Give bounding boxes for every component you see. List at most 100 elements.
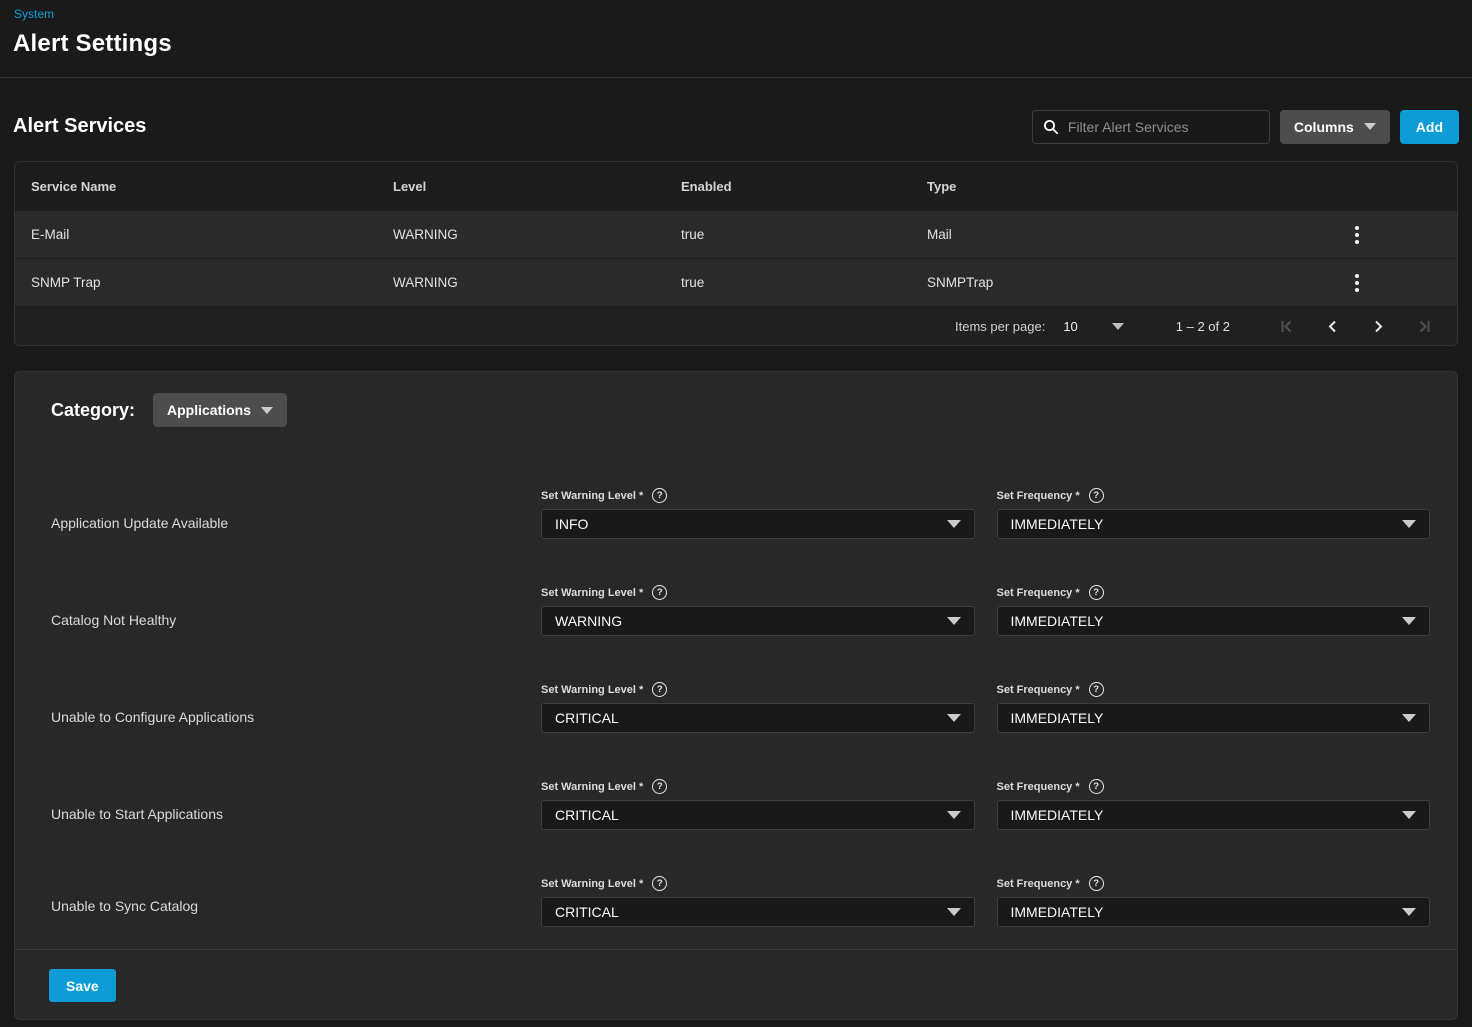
warning-level-value: CRITICAL [555,807,619,823]
frequency-select[interactable]: IMMEDIATELY [997,509,1431,539]
columns-button[interactable]: Columns [1280,110,1390,144]
frequency-value: IMMEDIATELY [1011,710,1104,726]
frequency-value: IMMEDIATELY [1011,613,1104,629]
frequency-value: IMMEDIATELY [1011,904,1104,920]
column-header-enabled[interactable]: Enabled [665,179,911,194]
alert-services-table: Service Name Level Enabled Type E-Mail W… [14,161,1458,346]
column-header-service-name[interactable]: Service Name [15,179,377,194]
page-title: Alert Settings [13,30,1472,58]
table-paginator: Items per page: 10 1 – 2 of 2 [15,306,1457,345]
help-icon[interactable]: ? [652,488,667,503]
warning-level-value: INFO [555,516,588,532]
items-per-page-chevron-down-icon[interactable] [1112,323,1124,330]
alert-row-unable-to-configure-applications: Unable to Configure Applications Set War… [15,668,1457,765]
cell-service-name: SNMP Trap [15,275,377,290]
kebab-menu-icon[interactable] [1347,268,1367,298]
help-icon[interactable]: ? [652,585,667,600]
warning-level-label: Set Warning Level * [541,878,643,890]
chevron-down-icon [947,617,961,625]
alert-row-unable-to-start-applications: Unable to Start Applications Set Warning… [15,765,1457,862]
alert-name: Unable to Start Applications [15,765,519,862]
frequency-select[interactable]: IMMEDIATELY [997,606,1431,636]
breadcrumb: System [0,0,1472,21]
help-icon[interactable]: ? [652,682,667,697]
cell-type: Mail [911,227,1257,242]
alert-services-toolbar: Alert Services Columns Add [0,78,1472,161]
chevron-down-icon [1402,520,1416,528]
breadcrumb-system-link[interactable]: System [14,7,54,21]
cell-service-name: E-Mail [15,227,377,242]
help-icon[interactable]: ? [1089,682,1104,697]
column-header-level[interactable]: Level [377,179,665,194]
search-icon [1043,119,1059,135]
items-per-page-label: Items per page: [955,319,1045,334]
chevron-down-icon [947,908,961,916]
cell-level: WARNING [377,275,665,290]
category-select[interactable]: Applications [153,393,287,427]
cell-level: WARNING [377,227,665,242]
save-button[interactable]: Save [49,969,116,1002]
items-per-page-value[interactable]: 10 [1063,319,1077,334]
warning-level-select[interactable]: CRITICAL [541,897,975,927]
help-icon[interactable]: ? [1089,876,1104,891]
chevron-down-icon [1364,123,1376,130]
help-icon[interactable]: ? [1089,585,1104,600]
next-page-icon[interactable] [1368,316,1389,337]
add-button[interactable]: Add [1400,110,1459,144]
chevron-down-icon [947,520,961,528]
warning-level-select[interactable]: CRITICAL [541,703,975,733]
previous-page-icon[interactable] [1322,316,1343,337]
frequency-select[interactable]: IMMEDIATELY [997,703,1431,733]
help-icon[interactable]: ? [652,779,667,794]
help-icon[interactable]: ? [1089,779,1104,794]
paginator-controls [1276,316,1435,337]
warning-level-select[interactable]: WARNING [541,606,975,636]
frequency-value: IMMEDIATELY [1011,807,1104,823]
alert-row-application-update-available: Application Update Available Set Warning… [15,474,1457,571]
save-row: Save [15,949,1457,1002]
frequency-label: Set Frequency * [997,490,1080,502]
alert-name: Catalog Not Healthy [15,571,519,668]
warning-level-value: CRITICAL [555,904,619,920]
chevron-down-icon [1402,617,1416,625]
alert-row-catalog-not-healthy: Catalog Not Healthy Set Warning Level * … [15,571,1457,668]
category-card: Category: Applications Application Updat… [14,371,1458,1020]
frequency-label: Set Frequency * [997,781,1080,793]
last-page-icon[interactable] [1414,316,1435,337]
table-row-snmp-trap[interactable]: SNMP Trap WARNING true SNMPTrap [15,258,1457,306]
frequency-select[interactable]: IMMEDIATELY [997,897,1431,927]
table-row-email[interactable]: E-Mail WARNING true Mail [15,210,1457,258]
kebab-menu-icon[interactable] [1347,220,1367,250]
warning-level-value: WARNING [555,613,622,629]
frequency-select[interactable]: IMMEDIATELY [997,800,1431,830]
alert-name: Application Update Available [15,474,519,571]
alert-services-heading: Alert Services [13,115,146,138]
frequency-label: Set Frequency * [997,684,1080,696]
frequency-value: IMMEDIATELY [1011,516,1104,532]
frequency-label: Set Frequency * [997,878,1080,890]
frequency-label: Set Frequency * [997,587,1080,599]
chevron-down-icon [1402,811,1416,819]
warning-level-select[interactable]: CRITICAL [541,800,975,830]
filter-alert-services-input[interactable] [1068,119,1259,135]
warning-level-label: Set Warning Level * [541,587,643,599]
chevron-down-icon [947,811,961,819]
chevron-down-icon [261,407,273,414]
column-header-type[interactable]: Type [911,179,1257,194]
help-icon[interactable]: ? [652,876,667,891]
cell-enabled: true [665,275,911,290]
warning-level-select[interactable]: INFO [541,509,975,539]
alert-config-rows: Application Update Available Set Warning… [15,474,1457,949]
warning-level-label: Set Warning Level * [541,684,643,696]
columns-button-label: Columns [1294,119,1354,135]
alert-name: Unable to Configure Applications [15,668,519,765]
warning-level-value: CRITICAL [555,710,619,726]
alert-settings-page: System Alert Settings Alert Services Col… [0,0,1472,1020]
cell-type: SNMPTrap [911,275,1257,290]
category-header: Category: Applications [15,372,1457,427]
chevron-down-icon [947,714,961,722]
help-icon[interactable]: ? [1089,488,1104,503]
first-page-icon[interactable] [1276,316,1297,337]
alert-name: Unable to Sync Catalog [15,862,519,949]
filter-alert-services-field[interactable] [1032,110,1270,144]
